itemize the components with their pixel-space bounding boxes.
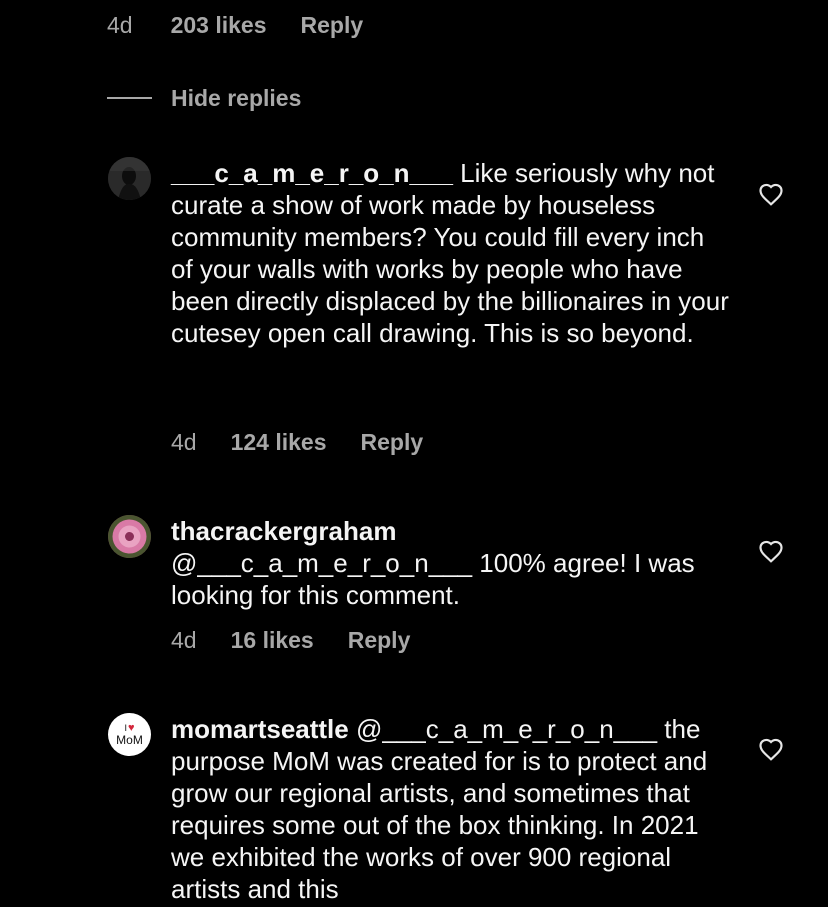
reply-button[interactable]: Reply xyxy=(301,12,364,39)
reply-button[interactable]: Reply xyxy=(348,627,411,654)
comment-time: 4d xyxy=(171,626,197,653)
heart-outline-icon[interactable] xyxy=(758,539,784,563)
comment-username[interactable]: thacrackergraham xyxy=(171,515,731,547)
comment-time: 4d xyxy=(107,11,133,38)
mom-logo-text: MoM xyxy=(116,732,143,747)
heart-outline-icon[interactable] xyxy=(758,737,784,761)
comment-body: momartseattle @___c_a_m_e_r_o_n___ the p… xyxy=(171,713,731,905)
reply-button[interactable]: Reply xyxy=(361,429,424,456)
comment-meta: 4d 16 likes Reply xyxy=(171,624,410,656)
comment-body: thacrackergraham @___c_a_m_e_r_o_n___ 10… xyxy=(171,515,731,611)
pink-flower-photo-icon xyxy=(108,515,151,558)
heart-icon: ♥ xyxy=(127,721,135,734)
parent-comment-meta: 4d 203 likes Reply xyxy=(107,8,363,42)
avatar[interactable]: I ♥ MoM xyxy=(108,713,151,756)
comment-username[interactable]: momartseattle xyxy=(171,714,349,744)
comment-likes-count[interactable]: 124 likes xyxy=(231,429,327,456)
comment-likes-count[interactable]: 203 likes xyxy=(171,12,267,39)
avatar[interactable] xyxy=(108,515,151,558)
avatar[interactable] xyxy=(108,157,151,200)
comment-time: 4d xyxy=(171,428,197,455)
comment-body: ___c_a_m_e_r_o_n___ Like seriously why n… xyxy=(171,157,731,349)
heart-outline-icon[interactable] xyxy=(758,182,784,206)
mom-logo-icon: I ♥ MoM xyxy=(116,721,143,747)
comment-meta: 4d 124 likes Reply xyxy=(171,426,423,458)
hide-replies-toggle[interactable]: Hide replies xyxy=(107,82,301,114)
user-photo-icon xyxy=(108,157,151,200)
comment-likes-count[interactable]: 16 likes xyxy=(231,627,314,654)
thread-line xyxy=(107,97,152,99)
comment-username[interactable]: ___c_a_m_e_r_o_n___ xyxy=(171,158,453,188)
comment-mention[interactable]: @___c_a_m_e_r_o_n___ xyxy=(171,548,472,578)
mom-logo-prefix: I xyxy=(124,722,127,733)
comment-mention[interactable]: @___c_a_m_e_r_o_n___ xyxy=(356,714,657,744)
hide-replies-label: Hide replies xyxy=(171,84,302,111)
